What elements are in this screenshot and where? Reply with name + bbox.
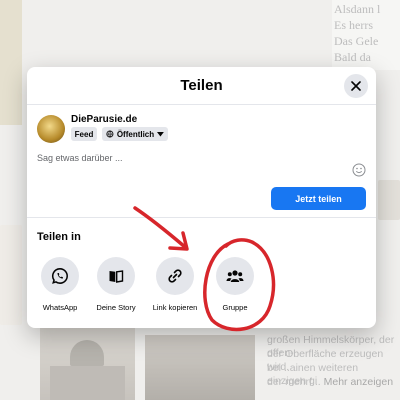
share-option-label: WhatsApp — [42, 303, 78, 312]
close-icon — [351, 81, 361, 91]
share-option-story[interactable]: Deine Story — [88, 257, 144, 312]
audience-selector[interactable]: Öffentlich — [102, 127, 168, 141]
share-now-button[interactable]: Jetzt teilen — [271, 187, 366, 210]
destination-label: Feed — [74, 129, 94, 139]
page-avatar — [37, 115, 65, 143]
close-button[interactable] — [344, 74, 368, 98]
share-option-label: Link kopieren — [152, 303, 198, 312]
divider — [27, 217, 376, 218]
share-option-whatsapp[interactable]: WhatsApp — [32, 257, 88, 312]
globe-icon — [106, 130, 114, 138]
sharer-name: DieParusie.de — [71, 114, 138, 125]
share-in-heading: Teilen in — [37, 231, 81, 243]
book-icon-circle — [97, 257, 135, 295]
share-message-input[interactable]: Sag etwas darüber ... — [37, 153, 123, 163]
share-option-label: Deine Story — [96, 303, 136, 312]
link-icon-circle — [156, 257, 194, 295]
dialog-header: Teilen — [27, 67, 376, 105]
group-icon-circle — [216, 257, 254, 295]
link-icon — [168, 269, 182, 283]
dialog-title: Teilen — [180, 77, 223, 94]
whatsapp-icon-circle — [41, 257, 79, 295]
share-option-group[interactable]: Gruppe — [207, 257, 263, 312]
smiley-icon[interactable] — [352, 163, 366, 177]
share-option-copy-link[interactable]: Link kopieren — [147, 257, 203, 312]
share-option-label: Gruppe — [222, 303, 248, 312]
group-icon — [226, 270, 244, 282]
audience-label: Öffentlich — [116, 129, 155, 139]
caret-down-icon — [157, 131, 164, 136]
whatsapp-icon — [52, 268, 68, 284]
book-icon — [109, 270, 124, 283]
destination-selector[interactable]: Feed — [71, 127, 97, 141]
share-dialog: Teilen DieParusie.de Feed Öffentlich Sag… — [27, 67, 376, 328]
